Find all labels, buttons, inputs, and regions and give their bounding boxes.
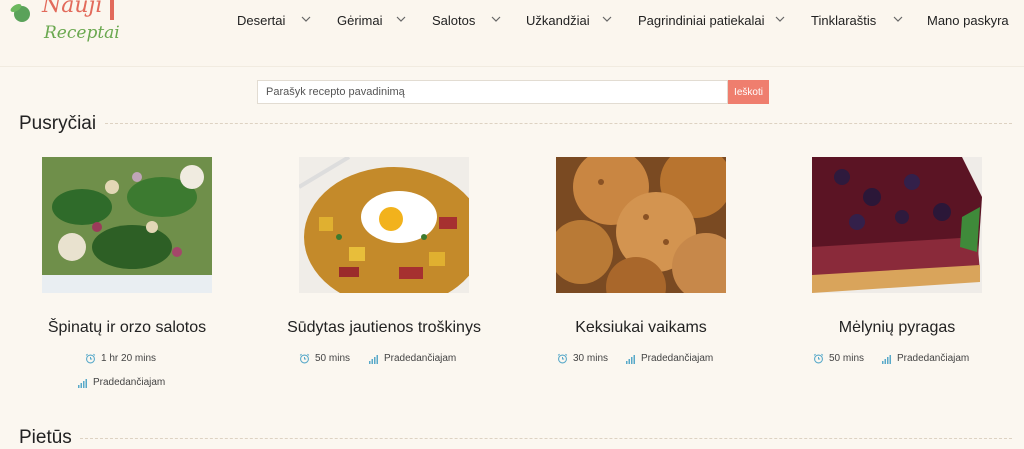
signal-bars-icon — [882, 354, 891, 364]
nav-item-gerimai[interactable]: Gėrimai — [337, 10, 383, 30]
muffins-photo — [556, 157, 726, 293]
recipe-time: 1 hr 20 mins — [85, 353, 156, 364]
chevron-down-icon[interactable] — [775, 14, 785, 24]
recipe-level: Pradedančiajam — [882, 353, 969, 364]
alarm-clock-icon — [557, 353, 568, 364]
recipe-title[interactable]: Sūdytas jautienos troškinys — [264, 319, 504, 337]
section-title-pusryciai: Pusryčiai — [19, 113, 105, 135]
chevron-down-icon[interactable] — [893, 14, 903, 24]
alarm-clock-icon — [85, 353, 96, 364]
recipe-time: 50 mins — [299, 353, 350, 364]
alarm-clock-icon — [299, 353, 310, 364]
recipe-title[interactable]: Keksiukai vaikams — [521, 319, 761, 337]
chevron-down-icon[interactable] — [602, 14, 612, 24]
recipe-image-spinatu-salotos[interactable] — [42, 157, 212, 293]
search-input[interactable] — [257, 80, 728, 104]
nav-item-pagrindiniai[interactable]: Pagrindiniai patiekalai — [638, 10, 764, 30]
main-nav: Desertai Gėrimai Salotos Užkandžiai Pagr… — [0, 10, 1024, 30]
chevron-down-icon[interactable] — [396, 14, 406, 24]
site-header: Nauji Receptai Desertai Gėrimai Salotos … — [0, 0, 1024, 67]
chevron-down-icon[interactable] — [301, 14, 311, 24]
recipe-level: Pradedančiajam — [78, 377, 165, 388]
nav-item-uzkandziai[interactable]: Užkandžiai — [526, 10, 590, 30]
salad-photo — [42, 157, 212, 293]
recipe-time: 50 mins — [813, 353, 864, 364]
recipe-time: 30 mins — [557, 353, 608, 364]
recipe-level: Pradedančiajam — [626, 353, 713, 364]
chevron-down-icon[interactable] — [491, 14, 501, 24]
hash-photo — [299, 157, 469, 293]
section-divider — [100, 123, 1012, 124]
search-bar: Ieškoti — [257, 80, 769, 104]
nav-item-salotos[interactable]: Salotos — [432, 10, 475, 30]
recipe-level: Pradedančiajam — [369, 353, 456, 364]
section-divider — [80, 438, 1012, 439]
recipe-image-jautienos-troskinys[interactable] — [299, 157, 469, 293]
nav-item-desertai[interactable]: Desertai — [237, 10, 285, 30]
signal-bars-icon — [369, 354, 378, 364]
nav-item-tinklarastis[interactable]: Tinklaraštis — [811, 10, 876, 30]
recipe-image-melyniu-pyragas[interactable] — [812, 157, 982, 293]
signal-bars-icon — [78, 378, 87, 388]
search-button[interactable]: Ieškoti — [728, 80, 769, 104]
recipe-title[interactable]: Mėlynių pyragas — [777, 319, 1017, 337]
recipe-image-keksiukai[interactable] — [556, 157, 726, 293]
signal-bars-icon — [626, 354, 635, 364]
alarm-clock-icon — [813, 353, 824, 364]
pie-photo — [812, 157, 982, 293]
recipe-title[interactable]: Špinatų ir orzo salotos — [7, 319, 247, 337]
nav-item-mano-paskyra[interactable]: Mano paskyra — [927, 10, 1009, 30]
